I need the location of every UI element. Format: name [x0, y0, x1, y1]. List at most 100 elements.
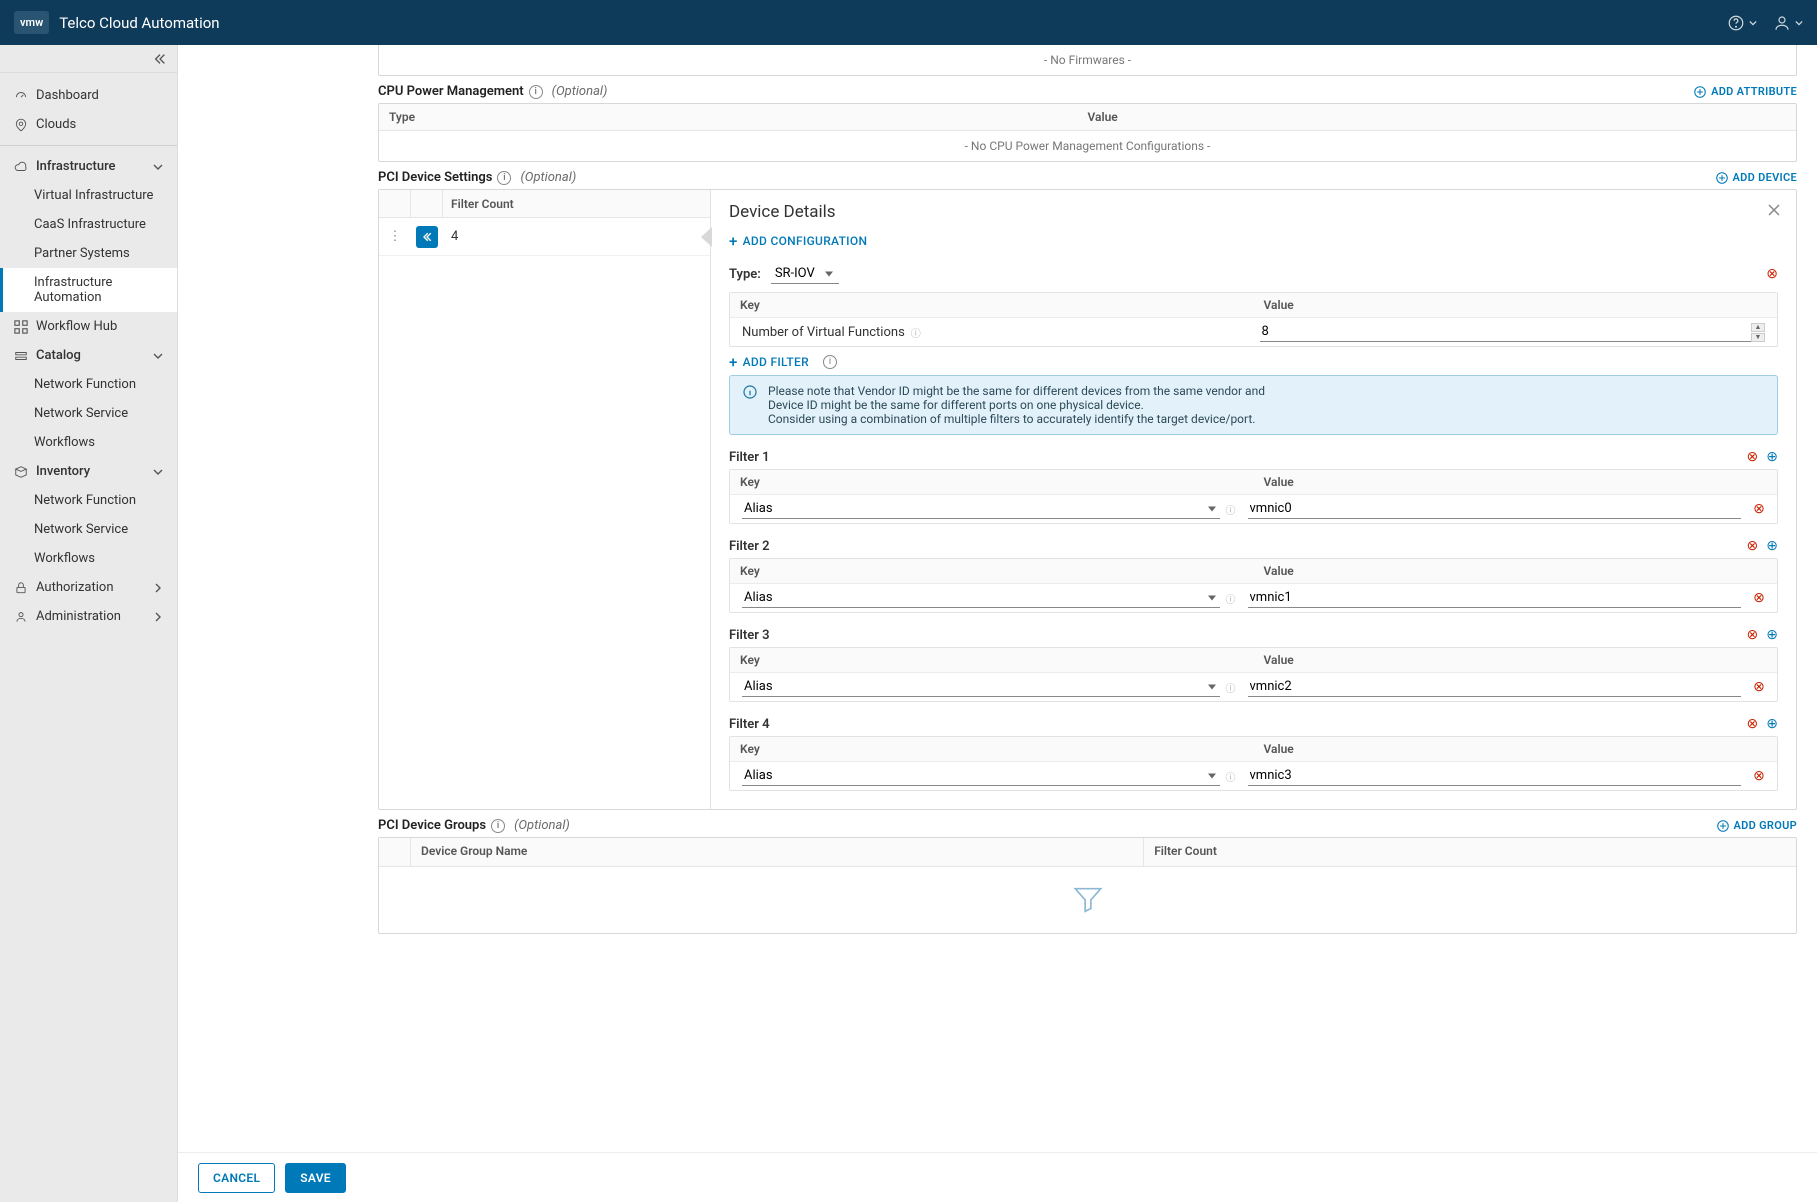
pci-section-title: PCI Device Settings i (Optional) [378, 170, 576, 185]
sidebar-item-workflow-hub[interactable]: Workflow Hub [0, 312, 177, 341]
user-icon [14, 610, 28, 624]
info-icon[interactable]: i [823, 355, 837, 369]
stack-icon [14, 349, 28, 363]
add-device-button[interactable]: ADD DEVICE [1715, 171, 1797, 185]
stepper-arrows[interactable]: ▲▼ [1751, 322, 1765, 342]
remove-filter-icon[interactable]: ⊗ [1747, 449, 1759, 465]
filter-key-select[interactable]: Alias [742, 677, 1220, 697]
col-header-key: Key [730, 737, 1254, 761]
sidebar-group-inventory[interactable]: Inventory [0, 457, 177, 486]
sidebar-item-virtual-infra[interactable]: Virtual Infrastructure [0, 181, 177, 210]
add-attribute-button[interactable]: ADD ATTRIBUTE [1693, 85, 1797, 99]
col-header-value: Value [1088, 110, 1787, 124]
cloud-icon [14, 160, 28, 174]
sidebar-item-catalog-ns[interactable]: Network Service [0, 399, 177, 428]
remove-row-icon[interactable]: ⊗ [1753, 768, 1765, 784]
footer-bar: CANCEL SAVE [178, 1152, 1817, 1202]
type-label: Type: [729, 267, 761, 282]
remove-filter-icon[interactable]: ⊗ [1747, 627, 1759, 643]
sidebar-item-catalog-wf[interactable]: Workflows [0, 428, 177, 457]
plus-circle-icon [1716, 819, 1730, 833]
lock-icon: ⓘ [1226, 680, 1236, 695]
collapse-sidebar-icon[interactable] [153, 52, 167, 66]
info-icon[interactable]: i [491, 819, 505, 833]
info-icon[interactable]: i [529, 85, 543, 99]
sidebar-item-inv-ns[interactable]: Network Service [0, 515, 177, 544]
filter-key-select[interactable]: Alias [742, 499, 1220, 519]
filter-count-value: 4 [443, 229, 710, 244]
lock-icon: ⓘ [911, 325, 921, 340]
filter-value-input[interactable] [1248, 499, 1742, 519]
filter-value-input[interactable] [1248, 588, 1742, 608]
filter-title: Filter 2 [729, 539, 770, 554]
col-header-value: Value [1254, 648, 1778, 672]
funnel-icon [379, 867, 1796, 933]
sidebar-item-catalog-nf[interactable]: Network Function [0, 370, 177, 399]
save-button[interactable]: SAVE [285, 1163, 346, 1193]
sidebar-item-administration[interactable]: Administration [0, 602, 177, 631]
sidebar-item-infra-automation[interactable]: Infrastructure Automation [0, 268, 177, 312]
sidebar-item-inv-nf[interactable]: Network Function [0, 486, 177, 515]
add-filter-row-icon[interactable]: ⊕ [1766, 716, 1778, 732]
gauge-icon [14, 89, 28, 103]
remove-config-icon[interactable]: ⊗ [1766, 266, 1778, 282]
sidebar-group-catalog[interactable]: Catalog [0, 341, 177, 370]
sidebar-item-label: Inventory [36, 464, 90, 479]
user-icon[interactable] [1773, 14, 1803, 32]
sidebar-item-clouds[interactable]: Clouds [0, 110, 177, 139]
grid-icon [14, 320, 28, 334]
add-filter-row-icon[interactable]: ⊕ [1766, 538, 1778, 554]
lock-icon: ⓘ [1226, 502, 1236, 517]
help-icon[interactable] [1727, 14, 1757, 32]
add-group-button[interactable]: ADD GROUP [1716, 819, 1797, 833]
remove-row-icon[interactable]: ⊗ [1753, 501, 1765, 517]
device-details-title: Device Details [729, 202, 1778, 222]
sidebar-item-inv-wf[interactable]: Workflows [0, 544, 177, 573]
col-header-value: Value [1254, 559, 1778, 583]
add-filter-button[interactable]: + ADD FILTER [729, 355, 809, 369]
sidebar-group-infrastructure[interactable]: Infrastructure [0, 152, 177, 181]
sidebar-item-caas-infra[interactable]: CaaS Infrastructure [0, 210, 177, 239]
add-filter-row-icon[interactable]: ⊕ [1766, 627, 1778, 643]
col-header-key: Key [730, 559, 1254, 583]
add-configuration-button[interactable]: + ADD CONFIGURATION [729, 234, 867, 248]
plus-circle-icon [1715, 171, 1729, 185]
type-select[interactable]: SR-IOV [771, 264, 839, 284]
col-header-filter-count: Filter Count [443, 197, 710, 211]
sidebar-item-dashboard[interactable]: Dashboard [0, 81, 177, 110]
cpu-empty: - No CPU Power Management Configurations… [379, 131, 1796, 161]
filter-key-select[interactable]: Alias [742, 766, 1220, 786]
row-kebab-icon[interactable]: ⋮ [379, 229, 411, 244]
remove-row-icon[interactable]: ⊗ [1753, 590, 1765, 606]
add-filter-row-icon[interactable]: ⊕ [1766, 449, 1778, 465]
firmwares-empty: - No Firmwares - [379, 45, 1796, 75]
app-title: Telco Cloud Automation [59, 14, 219, 32]
top-bar: vmw Telco Cloud Automation [0, 0, 1817, 45]
chevron-right-icon [153, 583, 163, 593]
filter-value-input[interactable] [1248, 766, 1742, 786]
col-header-value: Value [1254, 737, 1778, 761]
col-header-value: Value [1254, 293, 1778, 317]
col-header-key: Key [730, 648, 1254, 672]
sidebar-item-partner-systems[interactable]: Partner Systems [0, 239, 177, 268]
sidebar: Dashboard Clouds Infrastructure Virtual … [0, 45, 178, 1202]
sidebar-item-label: Catalog [36, 348, 81, 363]
pci-device-row[interactable]: ⋮ 4 [379, 218, 710, 256]
nvf-input[interactable] [1260, 322, 1766, 342]
info-icon [742, 384, 758, 426]
filter-title: Filter 4 [729, 717, 770, 732]
col-header-filter-count: Filter Count [1144, 838, 1796, 866]
info-icon[interactable]: i [497, 171, 511, 185]
cancel-button[interactable]: CANCEL [198, 1163, 275, 1193]
close-icon[interactable] [1766, 202, 1782, 222]
filter-value-input[interactable] [1248, 677, 1742, 697]
filter-key-select[interactable]: Alias [742, 588, 1220, 608]
sidebar-item-label: Dashboard [36, 88, 99, 103]
collapse-arrow-icon[interactable] [416, 226, 438, 248]
remove-row-icon[interactable]: ⊗ [1753, 679, 1765, 695]
sidebar-item-authorization[interactable]: Authorization [0, 573, 177, 602]
remove-filter-icon[interactable]: ⊗ [1747, 716, 1759, 732]
lock-icon: ⓘ [1226, 591, 1236, 606]
remove-filter-icon[interactable]: ⊗ [1747, 538, 1759, 554]
info-box: Please note that Vendor ID might be the … [729, 375, 1778, 435]
